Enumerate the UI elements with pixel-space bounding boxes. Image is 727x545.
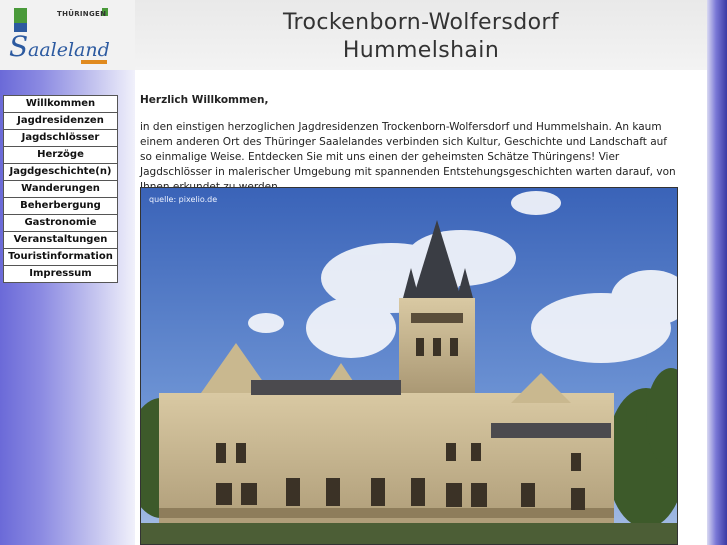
greeting-heading: Herzlich Willkommen,	[140, 94, 269, 106]
foreground-hedge	[141, 523, 677, 544]
nav-item-touristinformation[interactable]: Touristinformation	[4, 249, 117, 266]
saaleland-logo[interactable]: S aaleland THÜRINGEN	[0, 0, 135, 70]
castle-photo: quelle: pixelio.de	[140, 187, 678, 545]
castle-illustration	[141, 188, 677, 544]
page: S aaleland THÜRINGEN Trockenborn-Wolfers…	[0, 0, 727, 545]
nav-item-beherbergung[interactable]: Beherbergung	[4, 198, 117, 215]
nav-item-jagdresidenzen[interactable]: Jagdresidenzen	[4, 113, 117, 130]
nav-item-wanderungen[interactable]: Wanderungen	[4, 181, 117, 198]
main-navigation: Willkommen Jagdresidenzen Jagdschlösser …	[3, 95, 118, 283]
page-title-line1: Trockenborn-Wolfersdorf	[282, 10, 560, 35]
logo-region-text: THÜRINGEN	[57, 10, 107, 18]
nav-item-willkommen[interactable]: Willkommen	[4, 96, 117, 113]
right-gradient-strip	[707, 0, 727, 545]
nav-item-gastronomie[interactable]: Gastronomie	[4, 215, 117, 232]
nav-item-impressum[interactable]: Impressum	[4, 266, 117, 282]
nav-item-jagdgeschichten[interactable]: Jagdgeschichte(n)	[4, 164, 117, 181]
main-content: Herzlich Willkommen, in den einstigen he…	[140, 92, 682, 195]
logo-brand-word: aaleland	[28, 39, 110, 61]
nav-item-herzoege[interactable]: Herzöge	[4, 147, 117, 164]
photo-credit: quelle: pixelio.de	[149, 195, 218, 204]
page-title-line2: Hummelshain	[342, 38, 500, 63]
intro-paragraph: in den einstigen herzoglichen Jagdreside…	[140, 121, 676, 193]
nav-item-jagdschloesser[interactable]: Jagdschlösser	[4, 130, 117, 147]
logo-brand-letter: S	[9, 30, 28, 63]
header-banner: Trockenborn-Wolfersdorf Hummelshain	[135, 0, 707, 70]
nav-item-veranstaltungen[interactable]: Veranstaltungen	[4, 232, 117, 249]
